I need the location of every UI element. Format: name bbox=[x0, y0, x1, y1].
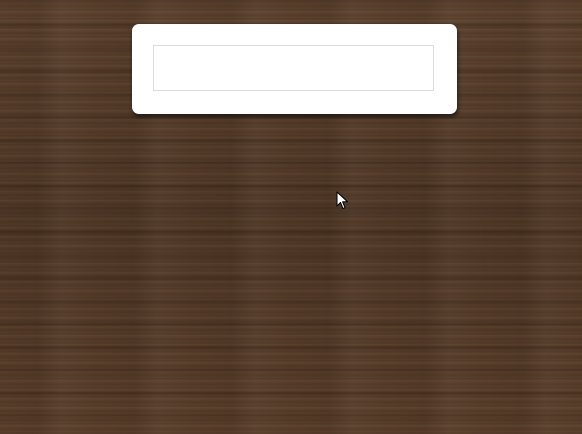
text-input[interactable] bbox=[153, 45, 434, 91]
input-card bbox=[132, 24, 457, 114]
mouse-pointer-icon bbox=[336, 191, 348, 209]
wood-background bbox=[0, 0, 582, 434]
